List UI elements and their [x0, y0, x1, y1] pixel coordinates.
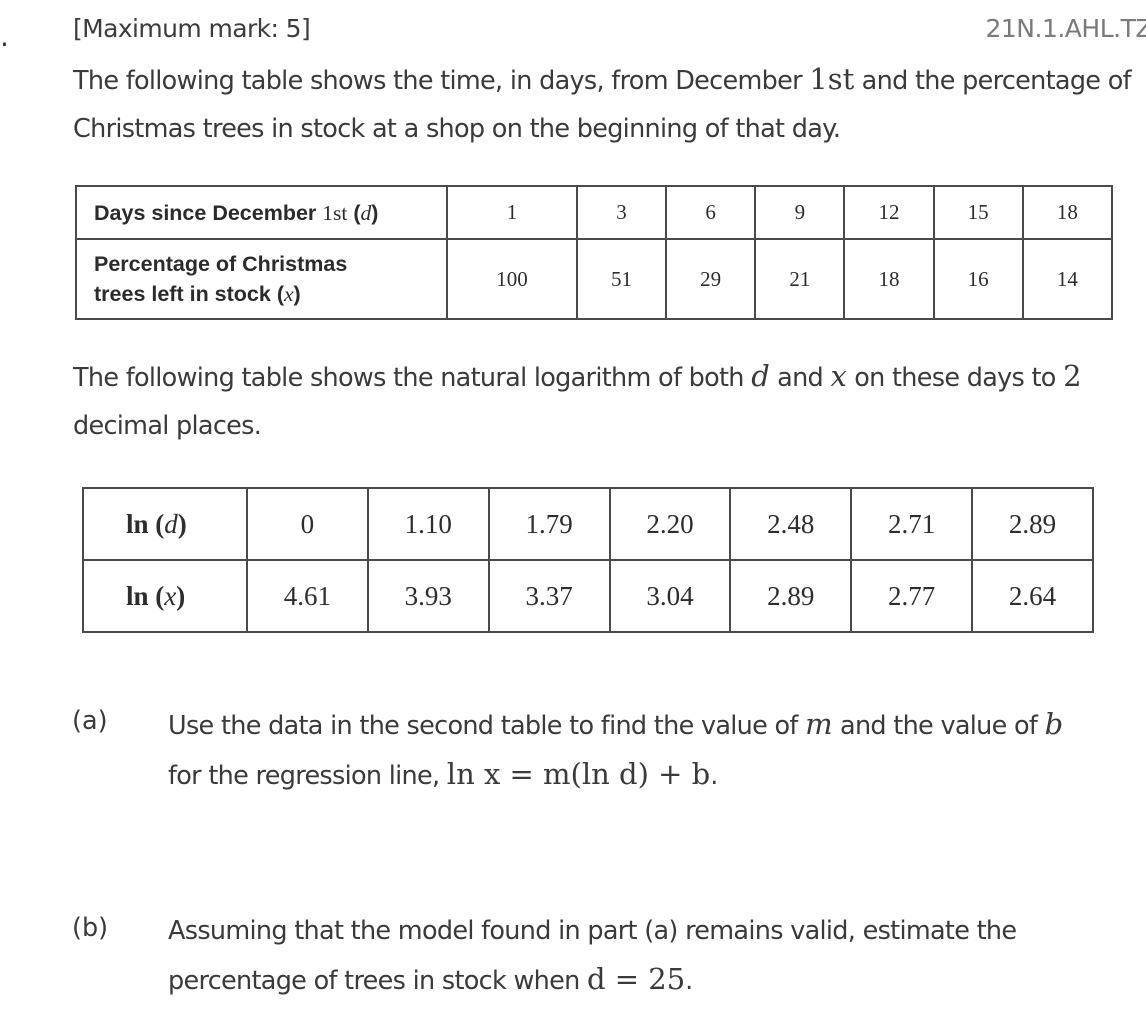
part-a-text-3: for the regression line,	[168, 761, 447, 791]
ln-d-cell: 0	[246, 487, 369, 561]
part-a-var-m: m	[805, 707, 833, 741]
part-b-end: .	[685, 966, 693, 996]
days-cell: 18	[1021, 185, 1114, 240]
ln-d-cell: 2.89	[971, 487, 1094, 561]
log-intro-text: The following table shows the natural lo…	[73, 363, 752, 393]
days-cell: 15	[932, 185, 1024, 240]
part-a-text-1: Use the data in the second table to find…	[168, 711, 806, 741]
log-intro-paragraph: The following table shows the natural lo…	[73, 352, 1133, 450]
percentage-label-line2: trees left in stock (	[94, 282, 284, 306]
part-a-end: .	[710, 761, 718, 791]
percentage-cell: 29	[665, 238, 757, 320]
intro-text: The following table shows the time, in d…	[73, 66, 810, 96]
table-row-ln-x: ln (x) 4.61 3.93 3.37 3.04 2.89 2.77 2.6…	[82, 559, 1094, 633]
intro-math-1st: 1st	[809, 62, 855, 96]
part-b-label: (b)	[72, 913, 109, 943]
table-row-percentage: Percentage of Christmas trees left in sto…	[75, 238, 1114, 320]
percentage-cell: 14	[1021, 238, 1114, 320]
ln-d-cell: 2.20	[608, 487, 732, 561]
ln-x-cell: 3.37	[487, 559, 611, 633]
question-code: 21N.1.AHL.TZ	[985, 14, 1146, 43]
percentage-cell: 100	[446, 238, 578, 320]
part-a-label: (a)	[72, 706, 108, 736]
ln-table: ln (d) 0 1.10 1.79 2.20 2.48 2.71 2.89 l…	[82, 487, 1094, 633]
ln-d-cell: 1.79	[487, 487, 611, 561]
ln-x-cell: 2.89	[729, 559, 853, 633]
part-a-text-2: and the value of	[832, 711, 1045, 741]
part-b-equation: d = 25	[586, 962, 686, 996]
part-b-text: Assuming that the model found in part (a…	[168, 907, 1068, 1005]
ln-x-cell: 3.04	[608, 559, 732, 633]
ln-x-cell: 4.61	[246, 559, 369, 633]
days-stock-table: Days since December 1st (d) 1 3 6 9 12 1…	[75, 185, 1114, 320]
percentage-label: Percentage of Christmas trees left in sto…	[75, 238, 448, 320]
days-label-text: Days since December	[94, 200, 323, 225]
percentage-cell: 21	[754, 238, 846, 320]
question-number: .	[0, 20, 9, 53]
log-intro-text: decimal places.	[73, 411, 262, 441]
percentage-label-line1: Percentage of Christmas	[94, 252, 348, 276]
part-a-text: Use the data in the second table to find…	[168, 700, 1068, 800]
ln-x-label: ln (x)	[82, 559, 248, 633]
ln-d-cell: 2.71	[850, 487, 974, 561]
max-mark: [Maximum mark: 5]	[73, 14, 311, 43]
ln-d-cell: 2.48	[729, 487, 853, 561]
table-row-ln-d: ln (d) 0 1.10 1.79 2.20 2.48 2.71 2.89	[82, 487, 1094, 561]
days-cell: 1	[446, 185, 578, 240]
percentage-label-var: x	[283, 282, 294, 306]
percentage-cell: 51	[575, 238, 668, 320]
days-label-1st: 1st	[322, 200, 348, 225]
percentage-cell: 16	[932, 238, 1024, 320]
days-cell: 9	[754, 185, 846, 240]
days-cell: 3	[575, 185, 668, 240]
days-cell: 12	[843, 185, 935, 240]
days-label: Days since December 1st (d)	[75, 185, 448, 240]
part-a-var-b: b	[1044, 707, 1064, 741]
ln-x-cell: 2.77	[850, 559, 974, 633]
log-intro-number: 2	[1063, 359, 1082, 393]
ln-x-label-var: x	[164, 580, 177, 611]
log-intro-var-x: x	[830, 359, 847, 393]
ln-d-label: ln (d)	[82, 487, 248, 561]
ln-x-label-fn: ln	[126, 580, 149, 611]
ln-x-cell: 3.93	[366, 559, 490, 633]
regression-equation: ln x = m(ln d) + b	[446, 757, 711, 791]
percentage-cell: 18	[843, 238, 935, 320]
log-intro-var-d: d	[751, 359, 770, 393]
ln-x-cell: 2.64	[971, 559, 1094, 633]
table-row-days: Days since December 1st (d) 1 3 6 9 12 1…	[75, 185, 1114, 240]
ln-d-label-fn: ln	[126, 508, 149, 539]
intro-paragraph: The following table shows the time, in d…	[73, 55, 1133, 153]
ln-d-label-var: d	[164, 508, 178, 539]
days-cell: 6	[665, 185, 757, 240]
log-intro-text: on these days to	[846, 363, 1064, 393]
ln-d-cell: 1.10	[366, 487, 490, 561]
days-label-var: d	[360, 200, 372, 225]
log-intro-text: and	[769, 363, 831, 393]
